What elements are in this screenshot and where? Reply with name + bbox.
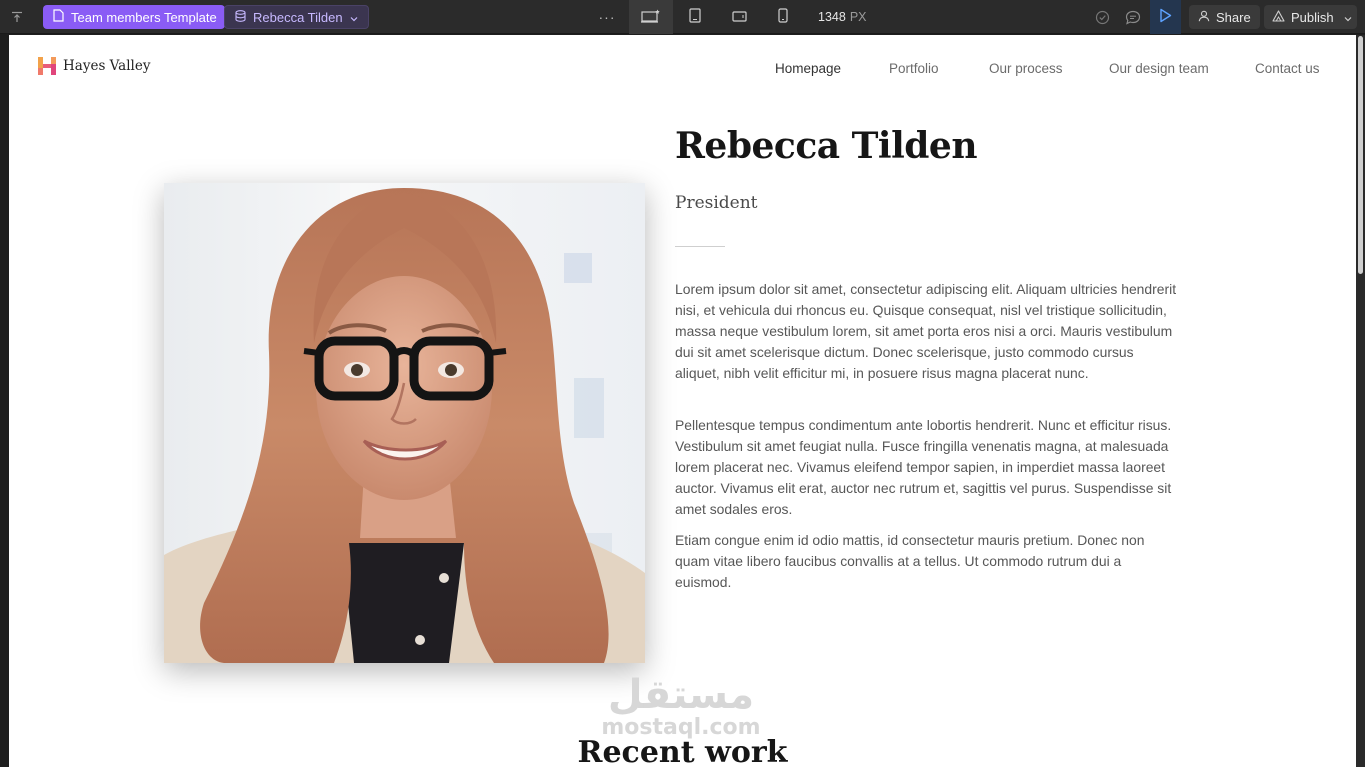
tablet-breakpoint-button[interactable] [673, 0, 717, 34]
bio-paragraph-1: Lorem ipsum dolor sit amet, consectetur … [675, 281, 1177, 381]
share-label: Share [1216, 9, 1251, 25]
nav-our-design-team-link[interactable]: Our design team [1109, 61, 1209, 76]
page-selector-label: Team members Template [71, 9, 217, 25]
canvas-scrollbar-thumb[interactable] [1358, 36, 1363, 274]
publish-icon [1272, 9, 1285, 25]
desktop-star-icon [641, 9, 661, 26]
publish-label: Publish [1291, 9, 1334, 25]
publish-button[interactable]: Publish [1264, 5, 1357, 29]
user-icon [1198, 10, 1210, 25]
mobile-landscape-breakpoint-button[interactable] [717, 0, 761, 34]
audit-status-icon[interactable] [1086, 0, 1118, 34]
site-brand-name: Hayes Valley [63, 58, 151, 74]
collapse-toolbar-icon[interactable] [0, 0, 34, 34]
nav-portfolio-link[interactable]: Portfolio [889, 61, 939, 76]
chevron-down-icon [350, 10, 358, 25]
canvas-width-value: 1348 [818, 10, 846, 24]
mobile-landscape-icon [731, 10, 747, 25]
site-logo[interactable]: Hayes Valley [38, 57, 150, 75]
cms-item-selector-button[interactable]: Rebecca Tilden [224, 5, 369, 29]
nav-contact-us-link[interactable]: Contact us [1255, 61, 1320, 76]
more-options-button[interactable]: ··· [596, 0, 618, 34]
tablet-icon [689, 8, 701, 26]
nav-our-process-link[interactable]: Our process [989, 61, 1063, 76]
chevron-down-icon[interactable] [1344, 10, 1352, 25]
page-selector-button[interactable]: Team members Template [43, 5, 225, 29]
comments-icon[interactable] [1117, 0, 1149, 34]
mobile-portrait-breakpoint-button[interactable] [761, 0, 805, 34]
editor-toolbar: Team members Template Rebecca Tilden ···… [0, 0, 1365, 34]
page-icon [53, 9, 64, 25]
bio-paragraph-3: Etiam congue enim id odio mattis, id con… [675, 532, 1145, 590]
preview-button[interactable] [1150, 0, 1181, 34]
watermark-arabic-text: مستقل [607, 672, 755, 718]
team-member-role: President [675, 193, 758, 213]
title-divider [675, 246, 725, 247]
canvas-width-readout[interactable]: 1348 PX [818, 0, 867, 34]
database-icon [235, 9, 246, 25]
mobile-portrait-icon [778, 8, 788, 26]
hayes-valley-logo-icon [38, 57, 56, 75]
desktop-breakpoint-button[interactable] [629, 0, 673, 34]
play-icon [1159, 8, 1172, 26]
site-canvas: Hayes Valley Homepage Portfolio Our proc… [9, 35, 1356, 767]
team-member-photo [164, 183, 645, 663]
bio-paragraph-2: Pellentesque tempus condimentum ante lob… [675, 417, 1172, 517]
nav-homepage-link[interactable]: Homepage [775, 61, 841, 76]
cms-item-label: Rebecca Tilden [253, 9, 343, 25]
share-button[interactable]: Share [1189, 5, 1260, 29]
canvas-width-unit: PX [849, 10, 867, 24]
recent-work-heading: Recent work [577, 735, 788, 767]
team-member-name: Rebecca Tilden [675, 125, 978, 167]
mostaql-watermark: مستقل mostaql.com [596, 673, 766, 739]
